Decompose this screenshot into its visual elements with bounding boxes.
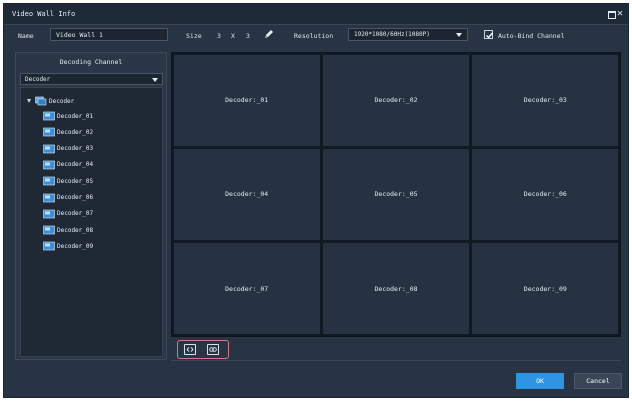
tree-item[interactable]: Decoder_02 [43,126,93,138]
decoder-group-icon [35,96,47,106]
ok-button[interactable]: OK [516,373,564,389]
auto-bind-checkbox[interactable] [484,30,494,39]
window-title: Video Wall Info [12,10,76,18]
check-icon [486,32,494,39]
resolution-label: Resolution [294,32,334,40]
name-input[interactable]: Video Wall 1 [50,28,168,41]
decoder-device-icon [43,209,55,219]
resolution-select[interactable]: 1920*1080/60Hz(1080P) [348,28,468,41]
decoder-device-icon [43,144,55,154]
tree-item-label: Decoder_09 [57,242,94,250]
tree-item-label: Decoder_07 [57,210,94,218]
tree-item[interactable]: Decoder_09 [43,240,93,252]
chevron-down-icon [456,33,462,37]
decoder-device-icon [43,241,55,251]
tree-item-label: Decoder_06 [57,194,94,201]
panel-header: Decoding Channel [59,58,123,66]
size-separator: X [231,32,235,40]
cancel-button[interactable]: Cancel [574,373,622,389]
tree-root-label: Decoder [49,97,75,105]
decoder-device-icon [43,225,55,235]
decoder-select-value: Decoder [25,76,51,83]
decoder-device-icon [43,127,55,137]
wall-cell[interactable]: Decoder:_04 [173,148,320,241]
tree-item-label: Decoder_02 [57,128,94,136]
title-bar: Video Wall Info ✕ [4,4,628,25]
tree-item[interactable]: Decoder_05 [43,175,93,187]
wall-cell[interactable]: Decoder:_03 [472,54,619,146]
wall-cell[interactable]: Decoder:_06 [472,148,619,241]
wall-cell[interactable]: Decoder:_02 [322,54,470,146]
close-icon[interactable]: ✕ [617,8,629,20]
tree-item-label: Decoder_03 [57,145,94,153]
wall-cell[interactable]: Decoder:_05 [322,148,470,241]
resolution-value: 1920*1080/60Hz(1080P) [354,31,430,38]
tree-item-label: Decoder_08 [57,226,94,234]
tree-item[interactable]: Decoder_03 [43,143,93,155]
tree-item-label: Decoder_01 [57,112,94,120]
auto-bind-label: Auto-Bind Channel [498,32,565,40]
decoding-channel-panel: Decoding Channel Decoder Decoder Decoder… [15,52,167,360]
wall-cell[interactable]: Decoder:_08 [322,243,470,335]
wall-cell[interactable]: Decoder:_09 [472,243,619,335]
tree-item[interactable]: Decoder_01 [43,110,93,122]
wall-cell[interactable]: Decoder:_07 [173,243,320,335]
decoder-device-icon [43,111,55,121]
size-rows[interactable]: 3 [217,32,221,40]
decoder-device-icon [43,193,55,203]
tree-item[interactable]: Decoder_04 [43,159,93,171]
name-label: Name [18,32,34,40]
tree-item[interactable]: Decoder_07 [43,208,93,220]
decoder-select[interactable]: Decoder [20,73,163,85]
wall-toolbar [171,337,621,361]
decoder-device-icon [43,160,55,170]
size-label: Size [186,32,202,40]
wall-cell[interactable]: Decoder:_01 [173,54,320,146]
tree-root[interactable]: Decoder [27,96,74,106]
tree-item[interactable]: Decoder_08 [43,224,93,236]
size-cols[interactable]: 3 [246,32,250,40]
unbind-icon[interactable] [207,344,219,355]
decoder-device-icon [43,176,55,186]
pencil-icon[interactable] [263,28,275,40]
expand-icon[interactable] [27,99,31,103]
tree-item-label: Decoder_04 [57,161,94,169]
split-screen-icon[interactable] [184,344,196,355]
tree-item[interactable]: Decoder_06 [43,192,93,204]
video-wall-grid: Decoder:_01 Decoder:_02 Decoder:_03 Decoder… [171,52,621,337]
decoder-tree: Decoder Decoder_01 Decoder_02 Decoder_03 De… [20,87,163,357]
chevron-down-icon [152,78,158,82]
tree-item-label: Decoder_05 [57,177,94,185]
